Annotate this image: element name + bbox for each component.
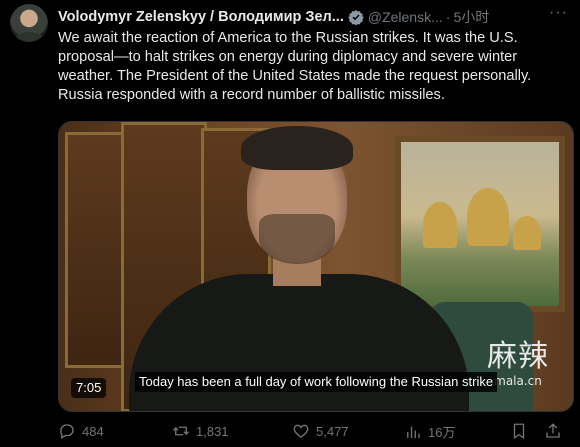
person-beard xyxy=(259,214,335,264)
heart-icon xyxy=(293,424,309,438)
tweet-text: We await the reaction of America to the … xyxy=(58,30,532,103)
video-caption: Today has been a full day of work follow… xyxy=(135,372,498,392)
views-count: 16万 xyxy=(428,425,456,440)
separator-dot: · xyxy=(445,9,451,25)
reply-count: 484 xyxy=(82,423,104,439)
painting xyxy=(395,136,565,312)
views-button[interactable]: 16万 xyxy=(404,422,455,441)
share-icon xyxy=(546,423,560,438)
reply-button[interactable]: 484 xyxy=(58,422,104,440)
action-bar: 484 1,831 5,477 16万 xyxy=(58,422,568,444)
verified-badge-icon xyxy=(348,10,364,25)
avatar[interactable] xyxy=(10,4,48,42)
like-button[interactable]: 5,477 xyxy=(292,422,349,440)
watermark-chars: 麻辣 xyxy=(487,339,549,374)
author-name[interactable]: Volodymyr Zelenskyy / Володимир Зел... xyxy=(58,9,344,25)
tweet-header: Volodymyr Zelenskyy / Володимир Зел... @… xyxy=(58,4,570,27)
tweet-time[interactable]: 5小时 xyxy=(453,7,489,27)
author-handle[interactable]: @Zelensk... xyxy=(368,9,443,25)
wall-panel xyxy=(65,132,125,368)
bookmark-button[interactable] xyxy=(510,422,534,440)
share-button[interactable] xyxy=(544,422,568,440)
reply-icon xyxy=(60,424,74,439)
retweet-count: 1,831 xyxy=(196,423,229,439)
avatar-shirt xyxy=(14,32,44,42)
video-duration: 7:05 xyxy=(71,378,107,398)
person-hair xyxy=(241,126,353,170)
painting-dome xyxy=(513,216,541,250)
painting-dome xyxy=(467,188,509,246)
bookmark-icon xyxy=(513,423,525,440)
retweet-icon xyxy=(173,426,189,436)
video-player[interactable]: 麻辣 mala.cn Today has been a full day of … xyxy=(58,121,574,412)
views-chart-icon xyxy=(407,426,420,438)
retweet-button[interactable]: 1,831 xyxy=(172,422,229,440)
ellipsis-icon[interactable]: ··· xyxy=(549,4,568,22)
painting-dome xyxy=(423,202,457,248)
like-count: 5,477 xyxy=(316,423,349,439)
